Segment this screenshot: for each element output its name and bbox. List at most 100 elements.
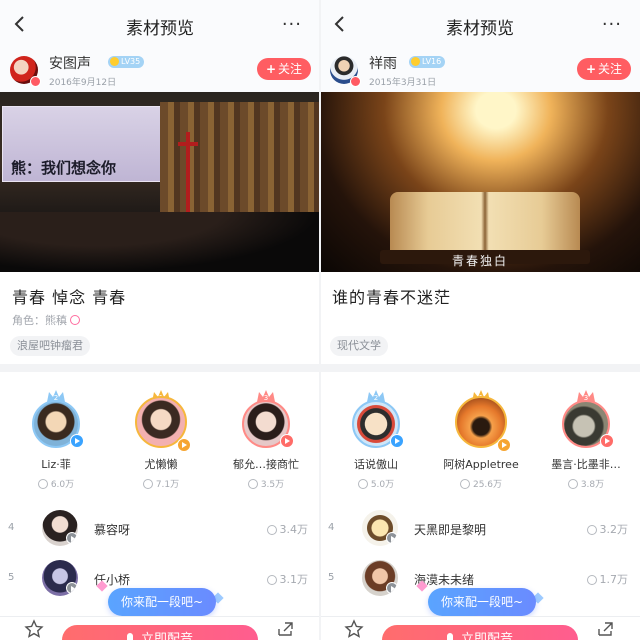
- bottom-bar: 立即配音: [320, 616, 640, 640]
- follow-label: 关注: [598, 62, 623, 76]
- share-icon[interactable]: [276, 619, 296, 639]
- material-title: 谁的青春不迷茫: [332, 288, 452, 307]
- play-count-value: 6.0万: [50, 480, 75, 490]
- follow-label: 关注: [278, 62, 303, 76]
- play-count-value: 3.4万: [279, 523, 309, 536]
- play-count: 5.0万: [336, 477, 416, 490]
- play-count-icon: [142, 479, 153, 489]
- crown-icon: 3: [576, 388, 596, 402]
- share-icon[interactable]: [596, 619, 616, 639]
- top-bar: 素材预览 ···: [0, 0, 320, 48]
- play-count-value: 3.1万: [279, 573, 309, 586]
- dub-invite-bubble[interactable]: 你来配一段吧~: [428, 588, 536, 621]
- performer-name: 墨言·比墨非…: [551, 458, 621, 471]
- performer-avatar: [42, 510, 78, 546]
- rank-card-2[interactable]: 2 Liz·菲 6.0万: [16, 390, 96, 490]
- play-icon[interactable]: [386, 532, 398, 544]
- play-icon[interactable]: [66, 532, 78, 544]
- play-count-value: 5.0万: [370, 480, 395, 490]
- material-title: 青春 悼念 青春: [12, 288, 127, 307]
- play-icon[interactable]: [600, 434, 614, 448]
- performer-name: 郁允…接商忙: [233, 458, 299, 471]
- performer-name: 天黑即是黎明: [414, 523, 487, 537]
- plus-icon: +: [265, 62, 277, 76]
- play-count: 1.7万: [586, 571, 628, 587]
- star-icon[interactable]: [24, 619, 44, 639]
- category-tag[interactable]: 浪屋吧钟瘤君: [10, 336, 90, 356]
- page-title: 素材预览: [126, 19, 194, 39]
- rank-card-1[interactable]: 1 阿树Appletree 25.6万: [441, 390, 521, 490]
- play-count-icon: [567, 479, 578, 489]
- curtain: [160, 102, 320, 212]
- mic-icon: [446, 633, 453, 640]
- record-label: 立即配音: [460, 632, 513, 640]
- play-icon[interactable]: [386, 582, 398, 594]
- play-count: 3.2万: [586, 521, 629, 537]
- play-icon[interactable]: [280, 434, 294, 448]
- follow-button[interactable]: + 关注: [577, 58, 631, 80]
- performer-avatar: [42, 560, 78, 596]
- author-name[interactable]: 祥雨: [369, 53, 397, 73]
- material-role: 角色：熊稹: [12, 312, 80, 328]
- play-count-value: 7.1万: [155, 480, 180, 490]
- performer-name: Liz·菲: [41, 458, 71, 471]
- performer-avatar: [362, 510, 398, 546]
- panel-divider: [319, 0, 321, 640]
- video-player[interactable]: 熊：我们想念你: [0, 92, 320, 272]
- rank-card-2[interactable]: 2 话说傲山 5.0万: [336, 390, 416, 490]
- material-info: 青春 悼念 青春 角色：熊稹 浪屋吧钟瘤君: [0, 272, 320, 367]
- record-label: 立即配音: [140, 632, 193, 640]
- list-item[interactable]: 4 天黑即是黎明 3.2万: [320, 504, 640, 552]
- material-info: 谁的青春不迷茫 现代文学: [320, 272, 640, 367]
- level-badge: LV35: [108, 56, 145, 68]
- star-icon[interactable]: [344, 619, 364, 639]
- author-name[interactable]: 安图声: [49, 53, 91, 73]
- more-dots-icon[interactable]: ···: [282, 14, 302, 35]
- crown-icon: 2: [46, 388, 66, 402]
- play-icon[interactable]: [497, 438, 511, 452]
- play-count-icon: [247, 479, 258, 489]
- level-badge: LV16: [409, 56, 446, 68]
- projection-screen: 熊：我们想念你: [2, 106, 162, 182]
- play-count-value: 3.5万: [260, 480, 285, 490]
- avatar-badge-icon: [350, 76, 361, 87]
- performer-name: 慕容呀: [94, 523, 131, 537]
- open-book: [390, 192, 580, 254]
- material-preview-panel-2: 素材预览 ··· 祥雨 LV16 2015年3月31日 + 关注 青春独白 谁的…: [320, 0, 640, 640]
- screen-text: 熊：我们想念你: [11, 159, 117, 177]
- dub-invite-bubble[interactable]: 你来配一段吧~: [108, 588, 216, 621]
- play-icon[interactable]: [70, 434, 84, 448]
- play-icon[interactable]: [177, 438, 191, 452]
- crown-icon: 3: [256, 388, 276, 402]
- play-count: 3.8万: [546, 477, 626, 490]
- avatar-badge-icon: [30, 76, 41, 87]
- play-count-value: 25.6万: [472, 480, 503, 490]
- rank-card-3[interactable]: 3 墨言·比墨非… 3.8万: [546, 390, 626, 490]
- section-gap: [320, 364, 640, 372]
- play-count-icon: [266, 575, 277, 585]
- more-dots-icon[interactable]: ···: [602, 14, 622, 35]
- play-icon[interactable]: [390, 434, 404, 448]
- author-row: 祥雨 LV16 2015年3月31日 + 关注: [320, 48, 640, 92]
- play-count: 25.6万: [441, 477, 521, 490]
- female-icon: [70, 315, 80, 325]
- page-title: 素材预览: [446, 19, 514, 39]
- mic-icon: [126, 633, 133, 640]
- play-count: 7.1万: [121, 477, 201, 490]
- play-count-value: 3.2万: [599, 523, 629, 536]
- performer-name: 话说傲山: [354, 458, 398, 471]
- video-player[interactable]: 青春独白: [320, 92, 640, 272]
- rank-card-1[interactable]: 1 尤懒懒 7.1万: [121, 390, 201, 490]
- crown-icon: 2: [366, 388, 386, 402]
- category-tag[interactable]: 现代文学: [330, 336, 388, 356]
- follow-button[interactable]: + 关注: [257, 58, 311, 80]
- list-rank: 4: [328, 522, 335, 533]
- play-count: 3.4万: [266, 521, 309, 537]
- rank-card-3[interactable]: 3 郁允…接商忙 3.5万: [226, 390, 306, 490]
- record-button[interactable]: 立即配音: [62, 625, 258, 640]
- play-icon[interactable]: [66, 582, 78, 594]
- list-item[interactable]: 4 慕容呀 3.4万: [0, 504, 320, 552]
- publish-date: 2015年3月31日: [369, 78, 437, 88]
- play-count: 6.0万: [16, 477, 96, 490]
- record-button[interactable]: 立即配音: [382, 625, 578, 640]
